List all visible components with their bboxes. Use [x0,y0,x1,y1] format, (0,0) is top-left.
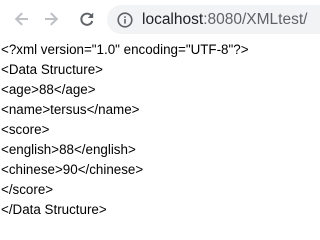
xml-line: </Data Structure> [1,202,107,217]
url-host: localhost [142,10,204,28]
arrow-right-icon [45,12,59,26]
forward-button[interactable] [40,7,64,31]
reload-button[interactable] [75,7,99,31]
xml-line: <Data Structure> [1,62,103,77]
url-text[interactable]: localhost:8080/XMLtest/ [142,11,307,29]
address-bar[interactable]: localhost:8080/XMLtest/ [107,5,320,34]
xml-declaration-line: <?xml version="1.0" encoding="UTF-8"?> [1,42,249,57]
url-path: :8080/XMLtest/ [203,10,308,28]
xml-line: <english>88</english> [1,142,136,157]
browser-toolbar: localhost:8080/XMLtest/ [0,0,320,38]
back-button[interactable] [9,7,33,31]
reload-icon [80,12,94,26]
xml-line: <age>88</age> [1,82,96,97]
xml-document: <?xml version="1.0" encoding="UTF-8"?> <… [0,40,309,220]
info-circle-icon[interactable] [117,11,133,28]
xml-line: <score> [1,122,50,137]
xml-line: <chinese>90</chinese> [1,162,144,177]
xml-line: </score> [1,182,54,197]
arrow-left-icon [14,12,28,26]
xml-line: <name>tersus</name> [1,102,140,117]
